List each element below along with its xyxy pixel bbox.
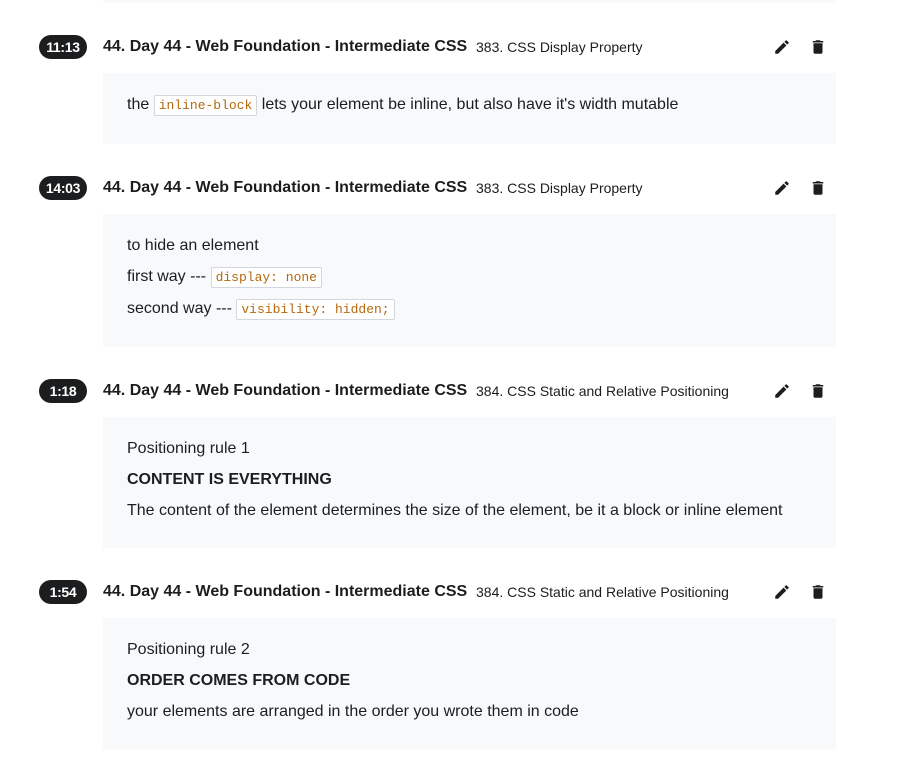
trash-icon [812,181,824,195]
timestamp-badge[interactable]: 11:13 [39,35,87,59]
trash-icon [812,40,824,54]
note-item: 1:54 44. Day 44 - Web Foundation - Inter… [0,576,919,749]
note-line: Positioning rule 1 [127,440,250,457]
lecture-title: 384. CSS Static and Relative Positioning [476,383,729,399]
pencil-icon [775,40,789,54]
section-title: 44. Day 44 - Web Foundation - Intermedia… [103,583,468,600]
note-heading: ORDER COMES FROM CODE [127,672,351,689]
edit-note-button[interactable] [771,581,793,603]
edit-note-button[interactable] [771,177,793,199]
note-header: 11:13 44. Day 44 - Web Foundation - Inte… [0,31,919,63]
note-text: lets your element be inline, but also ha… [261,96,679,113]
inline-code: inline-block [153,95,258,116]
note-text: first way --- [127,268,207,285]
lecture-title: 384. CSS Static and Relative Positioning [476,584,729,600]
note-body: the inline-block lets your element be in… [103,73,836,144]
timestamp-badge[interactable]: 1:54 [39,580,87,604]
timestamp-badge[interactable]: 14:03 [39,176,87,200]
previous-note-body [103,0,836,3]
delete-note-button[interactable] [807,380,829,402]
pencil-icon [775,181,789,195]
pencil-icon [775,585,789,599]
note-item: 1:18 44. Day 44 - Web Foundation - Inter… [0,375,919,548]
note-header: 1:18 44. Day 44 - Web Foundation - Inter… [0,375,919,407]
note-line: to hide an element [127,237,259,254]
note-line: the inline-block lets your element be in… [127,95,812,116]
pencil-icon [775,384,789,398]
note-header: 1:54 44. Day 44 - Web Foundation - Inter… [0,576,919,608]
section-title: 44. Day 44 - Web Foundation - Intermedia… [103,179,468,196]
note-item: 14:03 44. Day 44 - Web Foundation - Inte… [0,172,919,347]
trash-icon [812,585,824,599]
note-header: 14:03 44. Day 44 - Web Foundation - Inte… [0,172,919,204]
lecture-title: 383. CSS Display Property [476,39,643,55]
edit-note-button[interactable] [771,380,793,402]
trash-icon [812,384,824,398]
inline-code: visibility: hidden; [236,299,395,320]
note-line: Positioning rule 2 [127,641,250,658]
note-line: your elements are arranged in the order … [127,703,579,720]
note-body: Positioning rule 2 ORDER COMES FROM CODE… [103,618,836,749]
edit-note-button[interactable] [771,36,793,58]
note-item: 11:13 44. Day 44 - Web Foundation - Inte… [0,31,919,144]
note-heading: CONTENT IS EVERYTHING [127,471,332,488]
delete-note-button[interactable] [807,36,829,58]
section-title: 44. Day 44 - Web Foundation - Intermedia… [103,382,468,399]
inline-code: display: none [210,267,322,288]
note-text: the [127,96,150,113]
note-line: first way --- display: none [127,267,812,288]
note-body: to hide an element first way --- display… [103,214,836,347]
note-text: second way --- [127,300,232,317]
lecture-title: 383. CSS Display Property [476,180,643,196]
delete-note-button[interactable] [807,581,829,603]
note-line: second way --- visibility: hidden; [127,299,812,320]
section-title: 44. Day 44 - Web Foundation - Intermedia… [103,38,468,55]
note-body: Positioning rule 1 CONTENT IS EVERYTHING… [103,417,836,548]
timestamp-badge[interactable]: 1:18 [39,379,87,403]
note-line: The content of the element determines th… [127,502,783,519]
delete-note-button[interactable] [807,177,829,199]
